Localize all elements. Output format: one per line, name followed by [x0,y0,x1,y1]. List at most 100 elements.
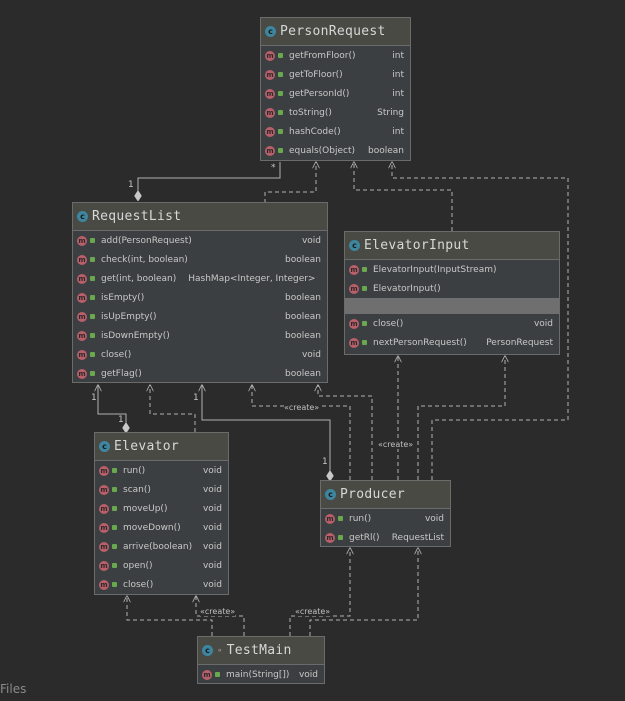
public-lock-icon [362,286,367,291]
public-lock-icon [278,110,283,115]
method-name: moveDown() [123,522,181,533]
mult-producer-one: 1 [322,457,328,467]
method-icon: m [99,560,109,571]
class-elevator[interactable]: c Elevator m run() void m scan() void m moveU… [94,432,229,595]
method-name: isDownEmpty() [101,330,170,341]
edge-elevatorinput-personrequest-dependency [354,162,453,231]
class-title: Producer [340,487,406,502]
method-row[interactable]: m getPersonId() int [261,84,410,103]
edge-requestlist-personrequest-aggregation [138,162,281,200]
public-lock-icon [338,516,343,521]
class-header[interactable]: c ElevatorInput [345,232,559,260]
section-separator [345,298,559,314]
method-return-type: boolean [285,292,321,303]
method-icon: m [77,235,87,246]
public-lock-icon [338,535,343,540]
methods-list: m getFromFloor() int m getToFloor() int m get… [261,46,410,160]
constructor-row[interactable]: m ElevatorInput() [345,279,559,298]
label-create-producer-elevatorinput: «create» [378,440,414,449]
method-row[interactable]: m toString() String [261,103,410,122]
method-row[interactable]: m isEmpty() boolean [73,288,327,307]
method-row[interactable]: m moveDown() void [95,518,228,537]
label-create-producer-requestlist: «create» [284,403,320,412]
method-row[interactable]: m close() void [345,314,559,333]
method-row[interactable]: m isUpEmpty() boolean [73,307,327,326]
method-icon: m [99,541,109,552]
method-row[interactable]: m open() void [95,556,228,575]
class-header[interactable]: c ∘ TestMain [198,637,324,665]
method-icon: m [349,318,359,329]
method-icon: m [349,264,359,275]
public-lock-icon [278,129,283,134]
class-header[interactable]: c Producer [321,481,450,509]
method-name: arrive(boolean) [123,541,193,552]
public-lock-icon [112,506,117,511]
public-lock-icon [362,340,367,345]
method-row[interactable]: m close() void [95,575,228,594]
class-request-list[interactable]: c RequestList m add(PersonRequest) void mc… [72,202,328,383]
method-return-type: void [202,465,222,476]
method-icon: m [77,273,87,284]
method-return-type: boolean [368,145,404,156]
class-icon: c [202,645,213,656]
public-lock-icon [90,295,95,300]
method-row[interactable]: m getFlag() boolean [73,364,327,383]
method-row[interactable]: m run() void [95,461,228,480]
method-return-type: boolean [285,368,321,379]
uml-diagram-canvas: «create» «create» «create» «create» 1 * … [0,0,625,701]
method-row[interactable]: m check(int, boolean) boolean [73,250,327,269]
method-icon: m [265,50,275,61]
class-title: Elevator [114,439,180,454]
public-lock-icon [90,276,95,281]
method-row[interactable]: m equals(Object) boolean [261,141,410,160]
method-icon: m [99,579,109,590]
class-header[interactable]: c Elevator [95,433,228,461]
edge-testmain-producer-create [289,548,350,636]
mult-requestlist-elevator-one: 1 [91,393,97,403]
method-name: toString() [289,107,332,118]
class-elevator-input[interactable]: c ElevatorInput m ElevatorInput(InputStre… [344,231,560,355]
method-icon: m [349,337,359,348]
method-return-type: PersonRequest [486,337,553,348]
method-return-type: void [202,522,222,533]
class-header[interactable]: c RequestList [73,203,327,231]
method-return-type: HashMap<Integer, Integer> [188,273,316,284]
edge-producer-elevatorinput-dependency [417,356,505,480]
method-name: getFromFloor() [289,50,356,61]
method-name: get(int, boolean) [101,273,177,284]
method-row[interactable]: m getToFloor() int [261,65,410,84]
method-name: equals(Object) [289,145,355,156]
method-icon: m [265,126,275,137]
method-row[interactable]: m moveUp() void [95,499,228,518]
method-row[interactable]: m nextPersonRequest() PersonRequest [345,333,559,352]
class-person-request[interactable]: c PersonRequest m getFromFloor() int m getT… [260,17,411,161]
class-header[interactable]: c PersonRequest [261,18,410,46]
method-return-type: int [392,50,404,61]
class-producer[interactable]: c Producer m run() void m getRl() RequestLis… [320,480,451,547]
method-row[interactable]: m run() void [321,509,450,528]
class-icon: c [99,441,110,452]
method-row[interactable]: m scan() void [95,480,228,499]
method-row[interactable]: m arrive(boolean) void [95,537,228,556]
files-panel-label[interactable]: Files [0,682,26,696]
method-icon: m [265,107,275,118]
method-row[interactable]: m close() void [73,345,327,364]
class-test-main[interactable]: c ∘ TestMain m main(String[]) void [197,636,325,684]
method-row[interactable]: m hashCode() int [261,122,410,141]
public-lock-icon [112,582,117,587]
method-name: isUpEmpty() [101,311,157,322]
method-row[interactable]: m getFromFloor() int [261,46,410,65]
method-icon: m [77,330,87,341]
public-lock-icon [90,238,95,243]
method-icon: m [77,368,87,379]
method-row[interactable]: m isDownEmpty() boolean [73,326,327,345]
method-row[interactable]: m get(int, boolean) HashMap<Integer, Integ… [73,269,327,288]
method-row[interactable]: m add(PersonRequest) void [73,231,327,250]
method-return-type: int [392,126,404,137]
method-return-type: void [301,349,321,360]
method-icon: m [325,532,335,543]
methods-list: m add(PersonRequest) void m check(int, bool… [73,231,327,383]
method-row[interactable]: m getRl() RequestList [321,528,450,547]
constructor-row[interactable]: m ElevatorInput(InputStream) [345,260,559,279]
method-row[interactable]: m main(String[]) void [198,665,324,684]
